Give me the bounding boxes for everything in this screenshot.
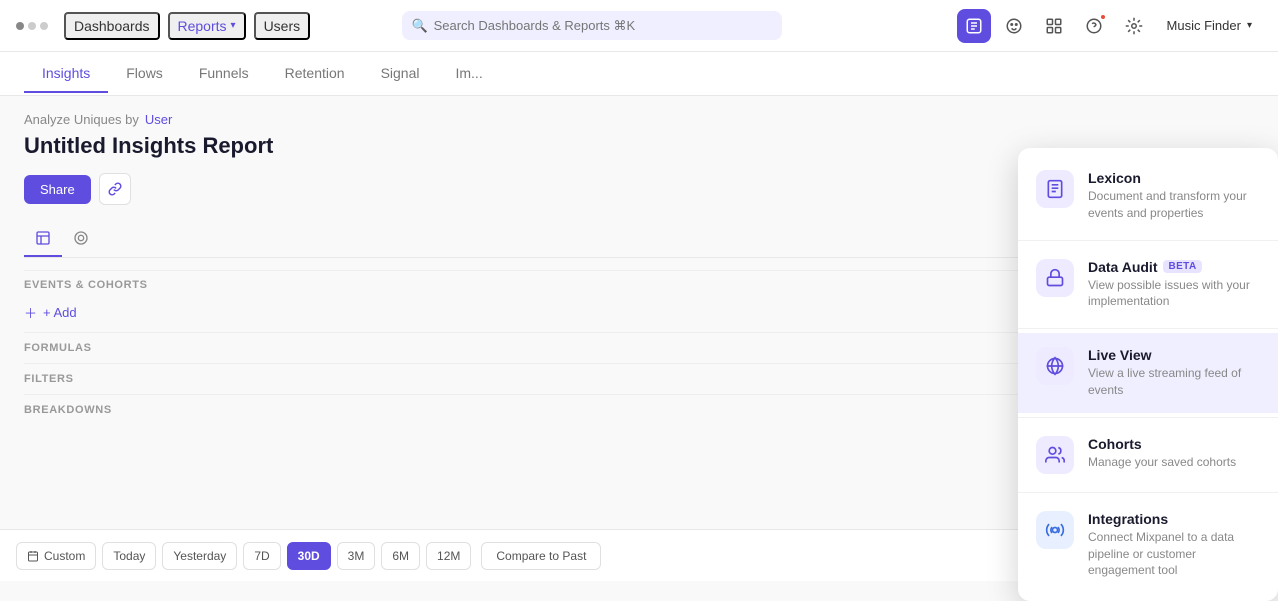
- top-nav: Dashboards Reports ▾ Users 🔍: [0, 0, 1278, 52]
- menu-item-integrations[interactable]: Integrations Connect Mixpanel to a data …: [1018, 497, 1278, 593]
- tab-funnels[interactable]: Funnels: [181, 55, 267, 93]
- workspace-chevron-icon: ▾: [1247, 20, 1252, 31]
- nav-reports-label: Reports: [178, 18, 227, 34]
- menu-item-lexicon[interactable]: Lexicon Document and transform your even…: [1018, 156, 1278, 236]
- analyze-by-value[interactable]: User: [145, 112, 172, 127]
- face-icon: [1005, 17, 1023, 35]
- search-input[interactable]: [402, 11, 782, 40]
- chevron-down-icon: ▾: [231, 20, 236, 31]
- tab-signal[interactable]: Signal: [363, 55, 438, 93]
- help-icon-btn[interactable]: [1077, 9, 1111, 43]
- 3m-btn[interactable]: 3M: [337, 542, 376, 570]
- face-icon-btn[interactable]: [997, 9, 1031, 43]
- data-audit-desc: View possible issues with your implement…: [1088, 277, 1260, 311]
- link-icon-btn[interactable]: [99, 173, 131, 205]
- nav-dot-3: [40, 22, 48, 30]
- main-content: Analyze Uniques by User Untitled Insight…: [0, 96, 1278, 581]
- cohorts-icon: [1036, 436, 1074, 474]
- nav-users[interactable]: Users: [254, 12, 311, 40]
- 12m-btn[interactable]: 12M: [426, 542, 471, 570]
- menu-item-live-view[interactable]: Live View View a live streaming feed of …: [1018, 333, 1278, 413]
- beta-badge: BETA: [1163, 260, 1201, 273]
- lexicon-icon: [1036, 170, 1074, 208]
- data-audit-text: Data Audit BETA View possible issues wit…: [1088, 259, 1260, 311]
- yesterday-btn[interactable]: Yesterday: [162, 542, 237, 570]
- notif-dot: [1099, 13, 1107, 21]
- analyze-row: Analyze Uniques by User: [24, 112, 1254, 127]
- cohorts-text: Cohorts Manage your saved cohorts: [1088, 436, 1236, 471]
- add-label: + Add: [43, 305, 77, 320]
- 7d-btn[interactable]: 7D: [243, 542, 280, 570]
- integrations-text: Integrations Connect Mixpanel to a data …: [1088, 511, 1260, 579]
- search-icon: 🔍: [412, 18, 428, 34]
- nav-right: Music Finder ▾: [957, 9, 1262, 43]
- lexicon-title: Lexicon: [1088, 170, 1260, 186]
- chart-icon: [35, 230, 51, 246]
- live-view-icon: [1036, 347, 1074, 385]
- data-audit-title: Data Audit BETA: [1088, 259, 1260, 275]
- divider-3: [1018, 417, 1278, 418]
- lexicon-text: Lexicon Document and transform your even…: [1088, 170, 1260, 222]
- reports-icon: [965, 17, 983, 35]
- link-icon: [108, 182, 122, 196]
- live-view-text: Live View View a live streaming feed of …: [1088, 347, 1260, 399]
- analyze-label: Analyze Uniques by: [24, 112, 139, 127]
- dropdown-menu: Lexicon Document and transform your even…: [1018, 148, 1278, 601]
- reports-icon-btn[interactable]: [957, 9, 991, 43]
- add-icon: ＋: [24, 303, 37, 322]
- tab-insights[interactable]: Insights: [24, 55, 108, 93]
- integrations-title: Integrations: [1088, 511, 1260, 527]
- cohorts-title: Cohorts: [1088, 436, 1236, 452]
- grid-icon-btn[interactable]: [1037, 9, 1071, 43]
- menu-item-cohorts[interactable]: Cohorts Manage your saved cohorts: [1018, 422, 1278, 488]
- settings-icon-btn[interactable]: [1117, 9, 1151, 43]
- settings-icon: [1125, 17, 1143, 35]
- nav-dashboards[interactable]: Dashboards: [64, 12, 160, 40]
- integrations-desc: Connect Mixpanel to a data pipeline or c…: [1088, 529, 1260, 579]
- nav-dot-2: [28, 22, 36, 30]
- live-view-title: Live View: [1088, 347, 1260, 363]
- tab-flows[interactable]: Flows: [108, 55, 181, 93]
- share-button[interactable]: Share: [24, 175, 91, 204]
- filters-label: FILTERS: [24, 373, 74, 385]
- divider-4: [1018, 492, 1278, 493]
- data-audit-icon: [1036, 259, 1074, 297]
- today-btn[interactable]: Today: [102, 542, 156, 570]
- nav-dots: [16, 22, 48, 30]
- compare-btn[interactable]: Compare to Past: [481, 542, 601, 570]
- divider-2: [1018, 328, 1278, 329]
- view-tab-chart[interactable]: [24, 221, 62, 257]
- breakdowns-label: BREAKDOWNS: [24, 404, 112, 416]
- cohorts-desc: Manage your saved cohorts: [1088, 454, 1236, 471]
- lexicon-desc: Document and transform your events and p…: [1088, 188, 1260, 222]
- 30d-btn[interactable]: 30D: [287, 542, 331, 570]
- divider-1: [1018, 240, 1278, 241]
- integrations-icon: [1036, 511, 1074, 549]
- search-wrapper: 🔍: [402, 11, 782, 40]
- custom-label: Custom: [44, 549, 85, 563]
- live-view-desc: View a live streaming feed of events: [1088, 365, 1260, 399]
- workspace-label: Music Finder: [1167, 18, 1241, 33]
- nav-reports[interactable]: Reports ▾: [168, 12, 246, 40]
- tab-more[interactable]: Im...: [437, 55, 500, 93]
- workspace-btn[interactable]: Music Finder ▾: [1157, 14, 1262, 37]
- 6m-btn[interactable]: 6M: [381, 542, 420, 570]
- menu-item-data-audit[interactable]: Data Audit BETA View possible issues wit…: [1018, 245, 1278, 325]
- sub-nav: Insights Flows Funnels Retention Signal …: [0, 52, 1278, 96]
- grid-icon: [1045, 17, 1063, 35]
- table-icon: [73, 230, 89, 246]
- custom-date-btn[interactable]: Custom: [16, 542, 96, 570]
- view-tab-table[interactable]: [62, 221, 100, 257]
- nav-dot-1: [16, 22, 24, 30]
- calendar-icon: [27, 550, 39, 562]
- tab-retention[interactable]: Retention: [267, 55, 363, 93]
- formulas-label: FORMULAS: [24, 342, 92, 354]
